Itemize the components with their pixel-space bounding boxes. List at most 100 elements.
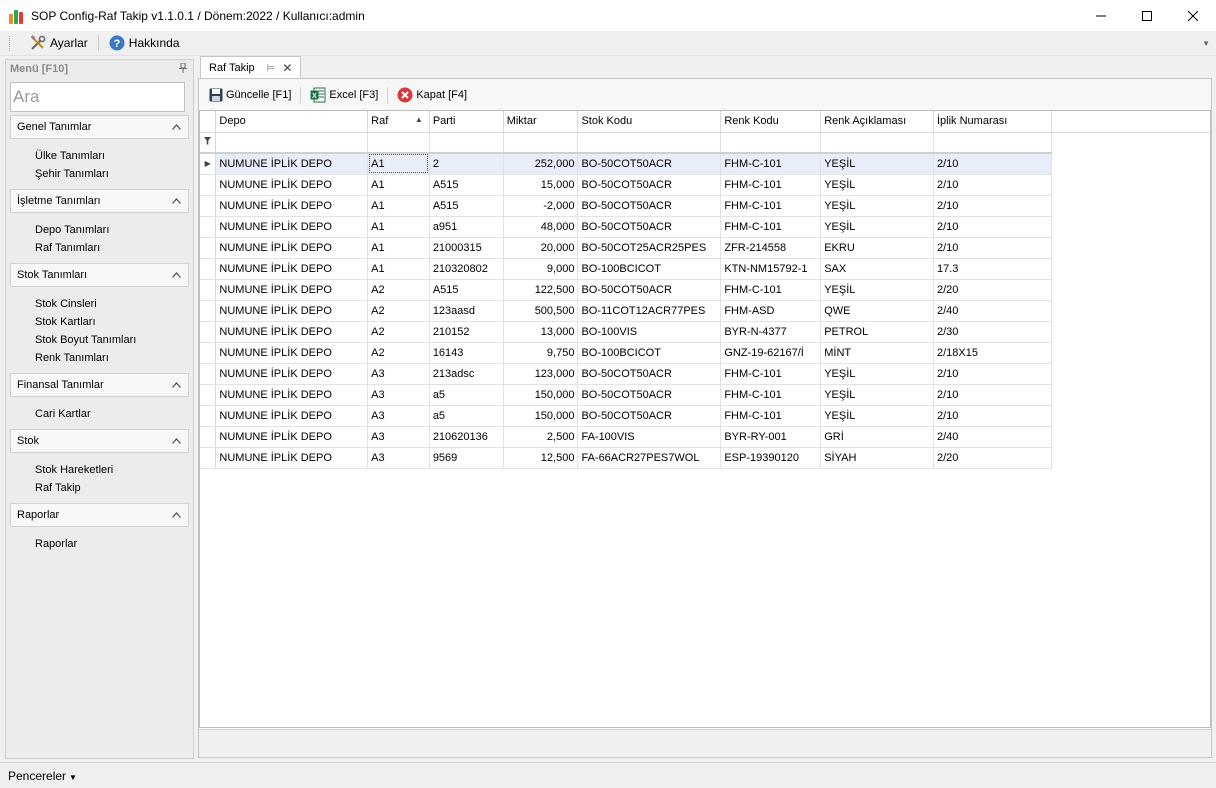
column-header[interactable]: Parti — [429, 111, 504, 133]
table-row[interactable]: NUMUNE İPLİK DEPO A3 a5 150,000 BO-50COT50AC… — [200, 384, 1210, 406]
cell-raf[interactable]: A3 — [367, 405, 430, 427]
menu-item[interactable]: Raf Tanımları — [35, 239, 193, 257]
cell-miktar[interactable]: 252,000 — [503, 153, 579, 175]
cell-renk-kodu[interactable]: BYR-RY-001 — [720, 426, 822, 448]
table-row[interactable]: NUMUNE İPLİK DEPO A1 210320802 9,000 BO-100B… — [200, 258, 1210, 280]
tab-close-icon[interactable]: ✕ — [282, 61, 292, 75]
cell-renk-kodu[interactable]: FHM-C-101 — [720, 384, 822, 406]
cell-iplik-numarasi[interactable]: 2/10 — [933, 216, 1052, 238]
cell-iplik-numarasi[interactable]: 2/10 — [933, 237, 1052, 259]
menu-group-header[interactable]: Stok Tanımları — [10, 263, 189, 287]
table-row[interactable]: NUMUNE İPLİK DEPO A1 a951 48,000 BO-50COT50A… — [200, 216, 1210, 238]
cell-renk-kodu[interactable]: BYR-N-4377 — [720, 321, 822, 343]
maximize-button[interactable] — [1124, 0, 1170, 31]
menu-item[interactable]: Stok Kartları — [35, 313, 193, 331]
cell-iplik-numarasi[interactable]: 2/30 — [933, 321, 1052, 343]
cell-stok-kodu[interactable]: BO-100BCICOT — [577, 342, 722, 364]
chevron-up-icon[interactable] — [172, 379, 181, 391]
cell-parti[interactable]: a5 — [429, 405, 504, 427]
cell-renk-a-iklamas[interactable]: YEŞİL — [820, 174, 934, 196]
cell-iplik-numarasi[interactable]: 2/20 — [933, 279, 1052, 301]
cell-renk-kodu[interactable]: GNZ-19-62167/İ — [720, 342, 822, 364]
cell-parti[interactable]: 123aasd — [429, 300, 504, 322]
cell-iplik-numarasi[interactable]: 2/10 — [933, 384, 1052, 406]
row-indicator[interactable] — [200, 426, 217, 448]
cell-miktar[interactable]: 500,500 — [503, 300, 579, 322]
cell-stok-kodu[interactable]: FA-100VIS — [577, 426, 722, 448]
chevron-up-icon[interactable] — [172, 509, 181, 521]
cell-iplik-numarasi[interactable]: 2/10 — [933, 195, 1052, 217]
cell-parti[interactable]: 210320802 — [429, 258, 504, 280]
close-document-button[interactable]: Kapat [F4] — [393, 83, 471, 107]
row-indicator[interactable] — [200, 384, 217, 406]
row-indicator[interactable] — [200, 405, 217, 427]
table-row[interactable]: NUMUNE İPLİK DEPO A3 210620136 2,500 FA-100V… — [200, 426, 1210, 448]
row-indicator[interactable] — [200, 300, 217, 322]
cell-parti[interactable]: A515 — [429, 195, 504, 217]
cell-miktar[interactable]: 2,500 — [503, 426, 579, 448]
cell-stok-kodu[interactable]: BO-100VIS — [577, 321, 722, 343]
cell-raf[interactable]: A1 — [367, 216, 430, 238]
cell-miktar[interactable]: 9,000 — [503, 258, 579, 280]
cell-raf[interactable]: A2 — [367, 321, 430, 343]
menu-item[interactable]: Stok Boyut Tanımları — [35, 331, 193, 349]
cell-depo[interactable]: NUMUNE İPLİK DEPO — [215, 405, 369, 427]
cell-renk-a-iklamas[interactable]: PETROL — [820, 321, 934, 343]
menu-group-header[interactable]: İşletme Tanımları — [10, 189, 189, 213]
cell-depo[interactable]: NUMUNE İPLİK DEPO — [215, 258, 369, 280]
cell-renk-kodu[interactable]: FHM-C-101 — [720, 216, 822, 238]
cell-raf[interactable]: A1 — [367, 237, 430, 259]
cell-iplik-numarasi[interactable]: 17.3 — [933, 258, 1052, 280]
cell-parti[interactable]: a951 — [429, 216, 504, 238]
cell-renk-a-iklamas[interactable]: YEŞİL — [820, 384, 934, 406]
cell-iplik-numarasi[interactable]: 2/40 — [933, 426, 1052, 448]
table-row[interactable]: NUMUNE İPLİK DEPO A1 A515 15,000 BO-50COT50A… — [200, 174, 1210, 196]
cell-parti[interactable]: A515 — [429, 174, 504, 196]
cell-renk-a-iklamas[interactable]: YEŞİL — [820, 363, 934, 385]
menu-item[interactable]: Depo Tanımları — [35, 221, 193, 239]
close-window-button[interactable] — [1170, 0, 1216, 31]
filter-cell[interactable] — [429, 132, 504, 154]
table-row[interactable]: NUMUNE İPLİK DEPO A1 A515 -2,000 BO-50COT50A… — [200, 195, 1210, 217]
table-row[interactable]: ▶ NUMUNE İPLİK DEPO A1 2 252,000 BO-50COT50AC… — [200, 153, 1210, 175]
data-grid[interactable]: Depo Raf ▲ Parti Miktar Stok Kodu Renk Kodu Ren… — [199, 110, 1211, 728]
cell-miktar[interactable]: -2,000 — [503, 195, 579, 217]
filter-cell[interactable] — [367, 132, 430, 154]
table-row[interactable]: NUMUNE İPLİK DEPO A2 A515 122,500 BO-50COT50… — [200, 279, 1210, 301]
cell-stok-kodu[interactable]: BO-50COT50ACR — [577, 153, 722, 175]
cell-miktar[interactable]: 13,000 — [503, 321, 579, 343]
cell-miktar[interactable]: 48,000 — [503, 216, 579, 238]
cell-depo[interactable]: NUMUNE İPLİK DEPO — [215, 426, 369, 448]
tab-raf-takip[interactable]: Raf Takip ⊨ ✕ — [200, 56, 301, 79]
cell-stok-kodu[interactable]: BO-50COT50ACR — [577, 216, 722, 238]
cell-renk-kodu[interactable]: FHM-C-101 — [720, 153, 822, 175]
cell-iplik-numarasi[interactable]: 2/10 — [933, 405, 1052, 427]
cell-renk-kodu[interactable]: FHM-C-101 — [720, 195, 822, 217]
cell-renk-a-iklamas[interactable]: YEŞİL — [820, 405, 934, 427]
cell-iplik-numarasi[interactable]: 2/10 — [933, 363, 1052, 385]
cell-parti[interactable]: 9569 — [429, 447, 504, 469]
cell-depo[interactable]: NUMUNE İPLİK DEPO — [215, 216, 369, 238]
menu-item[interactable]: Cari Kartlar — [35, 405, 193, 423]
cell-raf[interactable]: A3 — [367, 363, 430, 385]
cell-renk-a-iklamas[interactable]: QWE — [820, 300, 934, 322]
menu-item[interactable]: Raf Takip — [35, 479, 193, 497]
toolbar-grip[interactable] — [9, 35, 12, 51]
cell-iplik-numarasi[interactable]: 2/40 — [933, 300, 1052, 322]
cell-renk-kodu[interactable]: FHM-ASD — [720, 300, 822, 322]
cell-parti[interactable]: 16143 — [429, 342, 504, 364]
cell-depo[interactable]: NUMUNE İPLİK DEPO — [215, 195, 369, 217]
cell-renk-a-iklamas[interactable]: SİYAH — [820, 447, 934, 469]
cell-parti[interactable]: 2 — [429, 153, 504, 175]
cell-stok-kodu[interactable]: BO-50COT50ACR — [577, 195, 722, 217]
cell-stok-kodu[interactable]: BO-50COT50ACR — [577, 279, 722, 301]
cell-stok-kodu[interactable]: BO-50COT50ACR — [577, 174, 722, 196]
table-row[interactable]: NUMUNE İPLİK DEPO A3 9569 12,500 FA-66ACR27P… — [200, 447, 1210, 469]
cell-stok-kodu[interactable]: BO-11COT12ACR77PES — [577, 300, 722, 322]
cell-stok-kodu[interactable]: BO-50COT50ACR — [577, 363, 722, 385]
cell-depo[interactable]: NUMUNE İPLİK DEPO — [215, 174, 369, 196]
cell-miktar[interactable]: 122,500 — [503, 279, 579, 301]
cell-renk-kodu[interactable]: KTN-NM15792-1 — [720, 258, 822, 280]
table-row[interactable]: NUMUNE İPLİK DEPO A1 21000315 20,000 BO-50CO… — [200, 237, 1210, 259]
row-indicator[interactable] — [200, 279, 217, 301]
